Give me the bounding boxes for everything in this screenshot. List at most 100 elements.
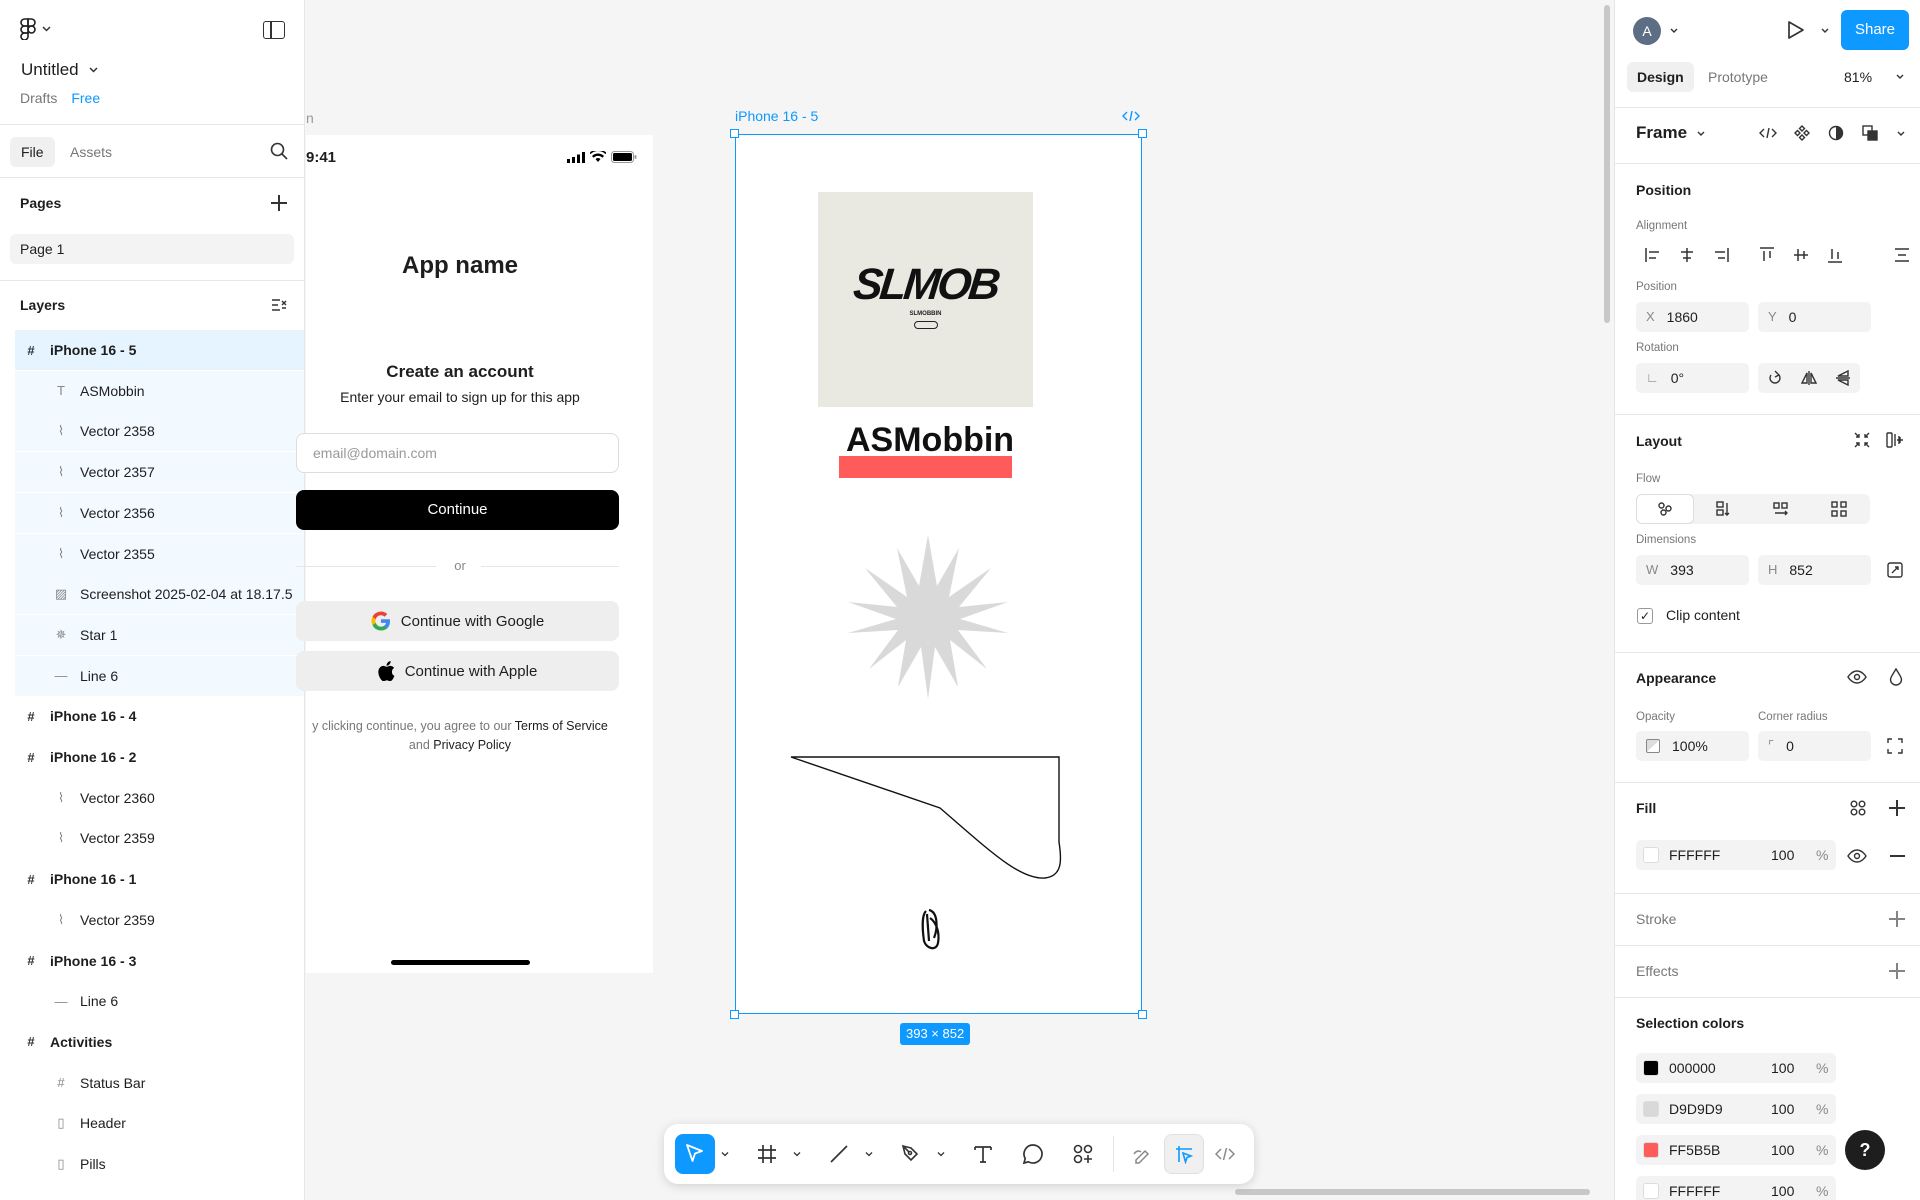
selection-color-row[interactable]: FF5B5B 100%: [1636, 1135, 1836, 1165]
main-menu-button[interactable]: [20, 18, 51, 40]
fill-opacity[interactable]: 100: [1771, 840, 1794, 870]
text-tool[interactable]: [963, 1134, 1003, 1174]
independent-corners-icon[interactable]: [1887, 738, 1903, 754]
continue-google-button[interactable]: Continue with Google: [296, 601, 619, 641]
asmobbin-text[interactable]: ASMobbin: [846, 421, 1014, 460]
chevron-down-icon[interactable]: [1821, 28, 1829, 34]
flip-horizontal-icon[interactable]: [1792, 363, 1826, 393]
layer-row[interactable]: ▯ Header: [15, 1103, 304, 1143]
layer-row[interactable]: # Status Bar: [15, 1063, 304, 1103]
eye-icon[interactable]: [1847, 670, 1867, 684]
search-icon[interactable]: [270, 142, 288, 160]
align-bottom-icon[interactable]: [1818, 240, 1852, 270]
color-swatch[interactable]: [1643, 1101, 1659, 1117]
code-icon[interactable]: [1751, 118, 1785, 148]
color-swatch[interactable]: [1643, 1183, 1659, 1199]
add-effect-icon[interactable]: [1889, 963, 1905, 979]
flip-vertical-icon[interactable]: [1826, 363, 1860, 393]
color-opacity[interactable]: 100: [1771, 1053, 1794, 1083]
flow-freeform-icon[interactable]: [1636, 494, 1694, 524]
layer-row[interactable]: ⌇ Vector 2357: [15, 452, 304, 493]
flow-vertical-icon[interactable]: [1694, 494, 1752, 524]
color-opacity[interactable]: 100: [1771, 1176, 1794, 1200]
color-hex[interactable]: D9D9D9: [1669, 1094, 1723, 1124]
layer-row[interactable]: ⌇ Vector 2359: [15, 900, 304, 940]
layer-row[interactable]: ▯ Pills: [15, 1144, 304, 1184]
continue-button[interactable]: Continue: [296, 490, 619, 530]
height-field[interactable]: H 852: [1758, 555, 1871, 585]
layer-row[interactable]: ⌇ Vector 2360: [15, 778, 304, 818]
layer-row[interactable]: # Activities: [15, 1022, 304, 1062]
eye-icon[interactable]: [1847, 849, 1867, 863]
draw-mode-button[interactable]: [1123, 1134, 1163, 1174]
layer-row[interactable]: ▯Tab Bar: [15, 1185, 304, 1200]
align-center-vertical-icon[interactable]: [1784, 240, 1818, 270]
width-field[interactable]: W 393: [1636, 555, 1749, 585]
horizontal-scrollbar[interactable]: [1235, 1189, 1590, 1195]
styles-icon[interactable]: [1850, 800, 1866, 816]
mask-icon[interactable]: [1819, 118, 1853, 148]
component-icon[interactable]: [1785, 118, 1819, 148]
comment-tool[interactable]: [1013, 1134, 1053, 1174]
resize-handle-top-left[interactable]: [730, 129, 739, 138]
fill-row[interactable]: FFFFFF 100 %: [1636, 840, 1836, 870]
chevron-down-icon[interactable]: [721, 1150, 729, 1158]
star-shape[interactable]: [846, 535, 1010, 699]
sidebar-toggle-icon[interactable]: [263, 21, 285, 39]
opacity-field[interactable]: 100%: [1636, 731, 1749, 761]
align-left-icon[interactable]: [1636, 240, 1670, 270]
code-icon[interactable]: [1122, 110, 1140, 122]
layer-row[interactable]: — Line 6: [15, 981, 304, 1021]
vector-shapes[interactable]: [790, 756, 1080, 966]
help-button[interactable]: ?: [1845, 1130, 1885, 1170]
resize-handle-bottom-left[interactable]: [730, 1010, 739, 1019]
resize-handle-top-right[interactable]: [1138, 129, 1147, 138]
zoom-level[interactable]: 81%: [1844, 62, 1872, 92]
chevron-down-icon[interactable]: [793, 1150, 801, 1158]
x-position-field[interactable]: X 1860: [1636, 302, 1749, 332]
align-center-horizontal-icon[interactable]: [1670, 240, 1704, 270]
remove-fill-icon[interactable]: [1890, 855, 1905, 857]
fill-swatch[interactable]: [1643, 847, 1659, 863]
tab-file[interactable]: File: [10, 137, 55, 167]
add-stroke-icon[interactable]: [1889, 911, 1905, 927]
layer-row[interactable]: T ASMobbin: [15, 370, 304, 411]
tab-prototype[interactable]: Prototype: [1708, 62, 1768, 92]
add-fill-icon[interactable]: [1889, 800, 1905, 816]
play-icon[interactable]: [1787, 20, 1805, 40]
collapse-icon[interactable]: [1854, 432, 1870, 448]
avatar[interactable]: A: [1633, 17, 1661, 45]
chevron-down-icon[interactable]: [1897, 131, 1905, 137]
chevron-down-icon[interactable]: [937, 1150, 945, 1158]
tab-assets[interactable]: Assets: [70, 137, 112, 167]
pen-tool[interactable]: [891, 1134, 931, 1174]
continue-apple-button[interactable]: Continue with Apple: [296, 651, 619, 691]
layer-row[interactable]: # iPhone 16 - 1: [15, 859, 304, 899]
file-title[interactable]: Untitled: [21, 60, 98, 80]
chevron-down-icon[interactable]: [1670, 28, 1678, 34]
layer-row[interactable]: # iPhone 16 - 5: [15, 330, 304, 370]
resize-to-fit-icon[interactable]: [1887, 562, 1903, 578]
layer-row[interactable]: ⌇ Vector 2358: [15, 411, 304, 452]
email-input[interactable]: email@domain.com: [296, 433, 619, 473]
color-opacity[interactable]: 100: [1771, 1094, 1794, 1124]
drop-icon[interactable]: [1889, 668, 1903, 686]
chevron-down-icon[interactable]: [865, 1150, 873, 1158]
color-hex[interactable]: FFFFFF: [1669, 1176, 1720, 1200]
clip-content-checkbox[interactable]: ✓: [1637, 608, 1653, 624]
layer-options-icon[interactable]: [271, 298, 287, 312]
color-hex[interactable]: 000000: [1669, 1053, 1716, 1083]
layer-row[interactable]: ✵ Star 1: [15, 614, 304, 655]
actions-tool[interactable]: [1063, 1134, 1103, 1174]
chevron-down-icon[interactable]: [1896, 74, 1904, 80]
screenshot-image[interactable]: SLMOB SLMOBBIN: [818, 192, 1033, 407]
align-right-icon[interactable]: [1704, 240, 1738, 270]
layer-row[interactable]: ▨ Screenshot 2025-02-04 at 18.17.5: [15, 574, 304, 615]
distribute-icon[interactable]: [1894, 248, 1910, 262]
chevron-down-icon[interactable]: [1697, 131, 1705, 137]
frame-iphone-16-5[interactable]: SLMOB SLMOBBIN ASMobbin: [730, 129, 1147, 1019]
y-position-field[interactable]: Y 0: [1758, 302, 1871, 332]
color-swatch[interactable]: [1643, 1142, 1659, 1158]
drafts-link[interactable]: Drafts: [20, 90, 57, 106]
flow-grid-icon[interactable]: [1810, 494, 1868, 524]
